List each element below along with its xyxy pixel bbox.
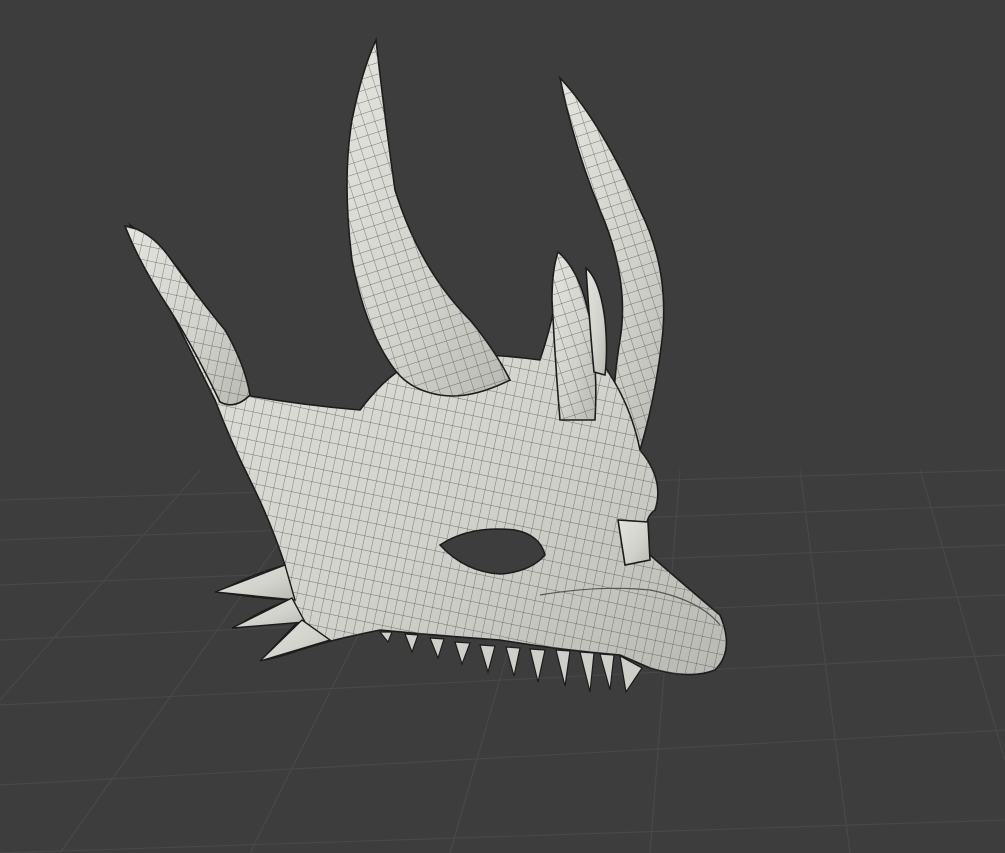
3d-viewport[interactable] — [0, 0, 1005, 853]
mesh-object[interactable] — [123, 37, 728, 694]
viewport-canvas[interactable] — [0, 0, 1005, 853]
